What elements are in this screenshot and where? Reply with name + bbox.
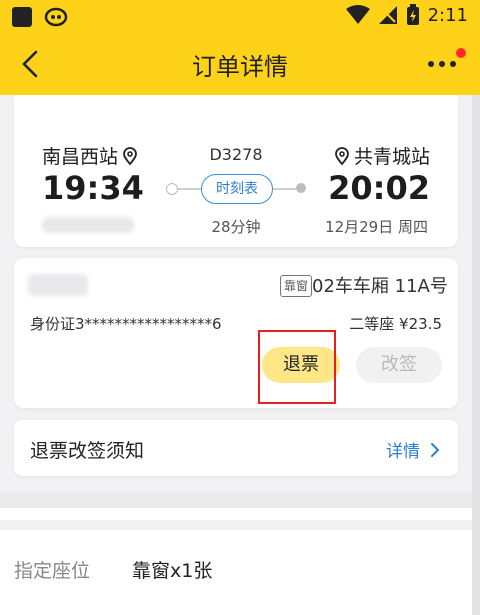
train-number: D3278 [209,145,263,164]
change-ticket-button[interactable]: 改签 [356,347,442,383]
refund-notice-row[interactable]: 退票改签须知 详情 [14,420,458,476]
blurred-passenger-name [28,274,88,296]
seat-pref-label: 指定座位 [14,560,91,582]
notice-title: 退票改签须知 [30,440,145,462]
seat-class-price: 二等座 ¥23.5 [349,315,442,333]
seat-number: 02车车厢 11A号 [312,276,448,297]
refund-highlight-box [258,330,336,404]
route-line [272,188,296,190]
seat-tag: 靠窗 [280,275,313,297]
notification-dot-icon [456,48,466,58]
notice-detail-link[interactable]: 详情 [386,437,440,462]
trip-date: 12月29日 周四 [325,218,428,236]
trip-card: 南昌西站 共青城站 D3278 19:34 20:02 时刻表 28分钟 12月… [14,95,458,247]
section-divider [0,492,472,508]
battery-icon [406,4,419,25]
seat-pref-value: 靠窗x1张 [132,560,213,582]
depart-time: 19:34 [42,169,144,207]
status-time: 2:11 [427,4,468,26]
more-button[interactable] [426,48,466,75]
status-right: 2:11 [345,4,468,26]
scrollbar[interactable] [472,95,480,615]
route-start-dot [166,183,178,195]
signal-icon [378,6,397,24]
section-band [0,508,472,520]
more-dot-icon [439,61,445,67]
schedule-button[interactable]: 时刻表 [201,174,273,204]
status-bar: 2:11 [0,0,480,33]
chevron-right-icon [431,442,440,457]
more-dot-icon [450,61,456,67]
route-line [178,188,202,190]
more-dot-icon [428,61,434,67]
nav-bar: 订单详情 [0,33,480,95]
route-end-dot [296,183,306,193]
passenger-card: 靠窗 02车车厢 11A号 身份证3*****************6 二等座… [14,258,458,408]
arrive-time: 20:02 [328,169,430,207]
notice-detail-label: 详情 [386,442,420,462]
blurred-text [42,217,134,233]
wifi-icon [345,5,370,24]
app-notification-icon [12,7,32,27]
chat-bubble-icon [44,7,68,27]
status-left [12,6,68,28]
id-card: 身份证3*****************6 [30,315,222,333]
page-title: 订单详情 [192,53,288,81]
